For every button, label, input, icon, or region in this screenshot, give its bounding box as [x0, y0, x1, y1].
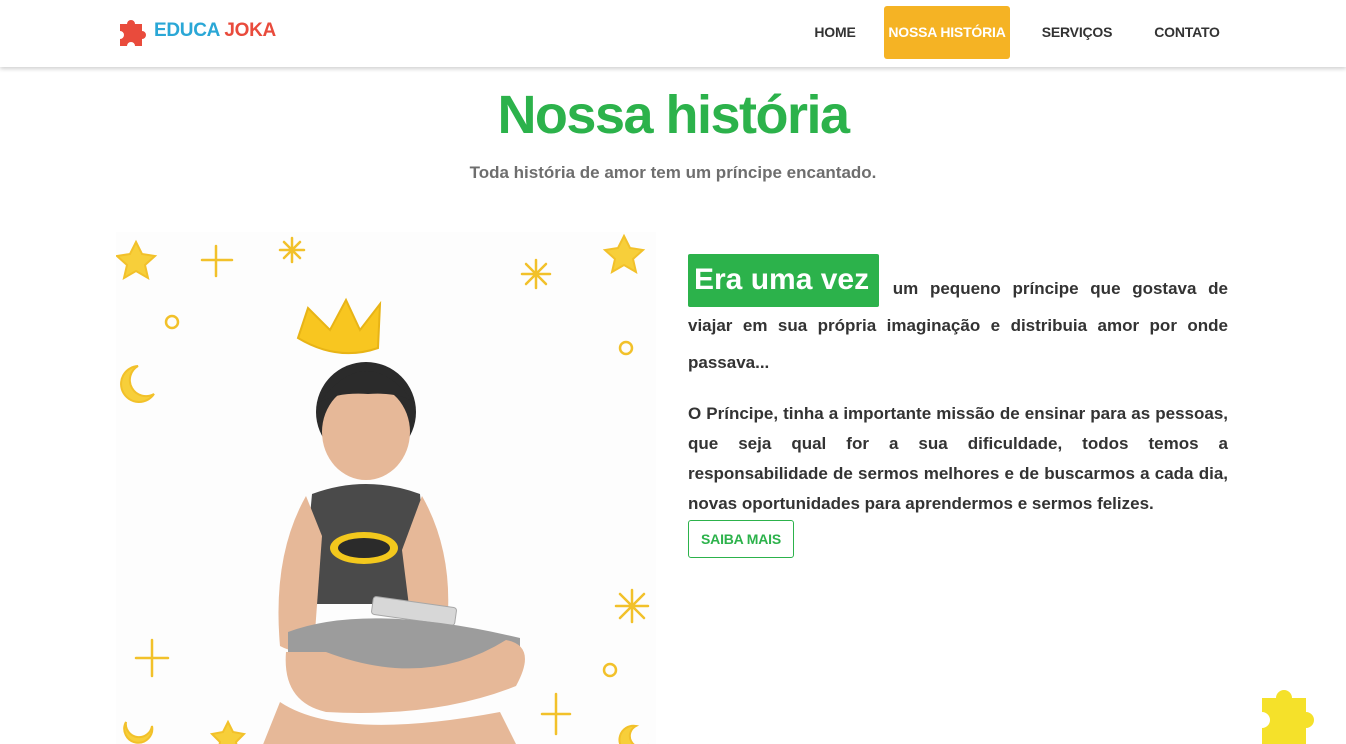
child-with-crown-image: [116, 233, 650, 744]
crown-doodle: [296, 297, 382, 355]
child-figure: [263, 362, 525, 744]
star-doodle: [602, 233, 646, 275]
site-header: EDUCA JOKA HOME NOSSA HISTÓRIA SERVIÇOS …: [0, 0, 1346, 67]
page-subtitle: Toda história de amor tem um príncipe en…: [469, 163, 877, 182]
brand-logo[interactable]: EDUCA JOKA: [116, 16, 276, 46]
ring-doodle: [164, 314, 180, 330]
star-doodle: [116, 239, 158, 281]
sparkle-doodle: [520, 258, 552, 290]
saiba-mais-button[interactable]: SAIBA MAIS: [688, 520, 794, 558]
nav-item-home[interactable]: HOME: [799, 6, 871, 59]
sparkle-doodle: [200, 244, 234, 278]
little-prince-illustration: [116, 232, 656, 744]
brand-name: EDUCA JOKA: [154, 20, 276, 42]
brand-word-2: JOKA: [224, 20, 276, 41]
page-title: Nossa história: [497, 85, 850, 145]
moon-doodle: [618, 724, 649, 744]
star-doodle: [209, 719, 247, 744]
sparkle-doodle: [614, 588, 650, 624]
nav-item-contato[interactable]: CONTATO: [1142, 6, 1232, 59]
sparkle-doodle: [540, 692, 572, 736]
sparkle-doodle: [134, 638, 170, 678]
puzzle-piece-icon: [120, 20, 146, 46]
sparkle-doodle: [278, 236, 306, 264]
moon-doodle: [123, 721, 154, 744]
puzzle-piece-icon-floating[interactable]: [1260, 680, 1324, 744]
brand-word-1: EDUCA: [154, 20, 220, 41]
story-paragraph-2: O Príncipe, tinha a importante missão de…: [688, 404, 1228, 513]
story-text: Era uma vez um pequeno príncipe que gost…: [688, 254, 1228, 519]
nav-item-servicos[interactable]: SERVIÇOS: [1032, 6, 1122, 59]
nav-item-nossa-historia[interactable]: NOSSA HISTÓRIA: [884, 6, 1010, 59]
ring-doodle: [602, 662, 618, 678]
ring-doodle: [618, 340, 634, 356]
story-highlight: Era uma vez: [688, 254, 880, 307]
moon-doodle: [120, 365, 155, 403]
story-paragraph-1: Era uma vez um pequeno príncipe que gost…: [688, 254, 1228, 381]
